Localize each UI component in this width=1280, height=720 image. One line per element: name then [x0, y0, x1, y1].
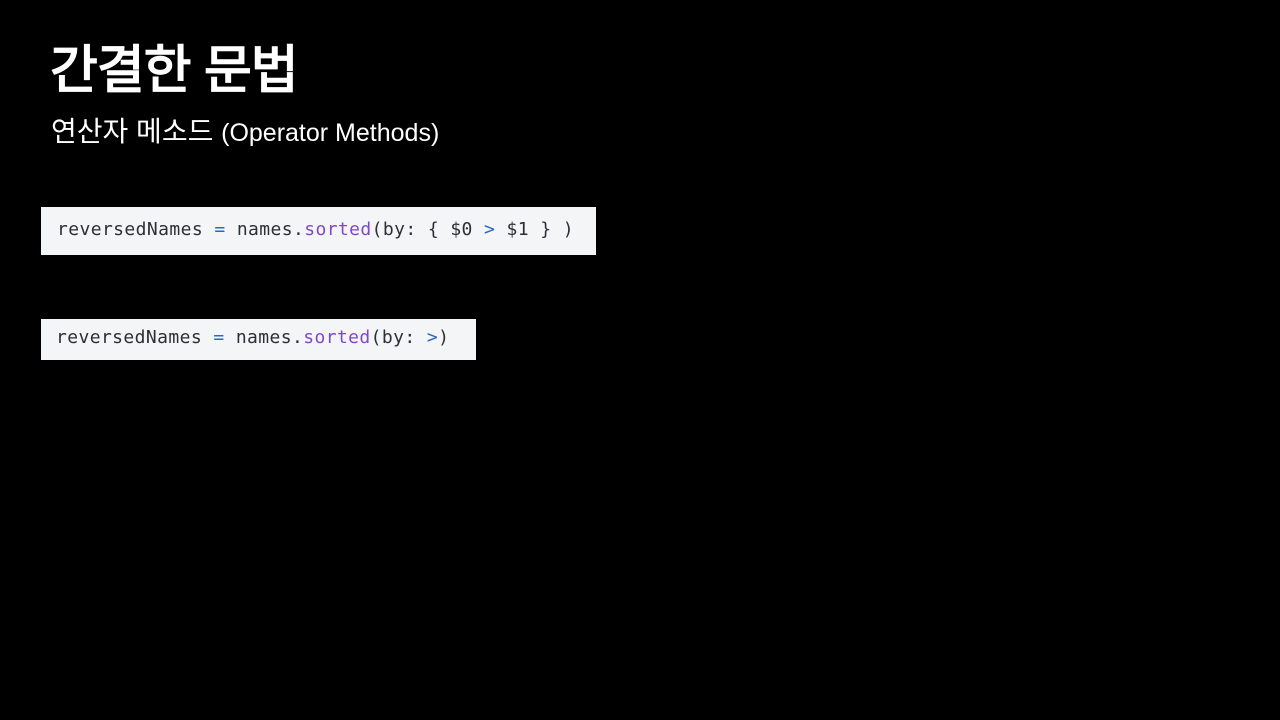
code-args-start: (by: { $0 — [371, 219, 485, 240]
code-function: sorted — [303, 327, 371, 348]
code-object: names. — [235, 327, 304, 348]
code-block-operator-method: reversedNames = names.sorted(by: >) — [41, 319, 476, 360]
code-comparison-operator: > — [426, 327, 439, 348]
code-variable: reversedNames — [57, 219, 204, 240]
slide-subtitle: 연산자 메소드 (Operator Methods) — [51, 110, 439, 155]
code-function: sorted — [304, 219, 372, 240]
code-block-closure: reversedNames = names.sorted(by: { $0 > … — [41, 207, 596, 255]
code-assign-operator: = — [202, 327, 236, 348]
subtitle-english: (Operator Methods) — [221, 119, 440, 147]
code-comparison-operator: > — [484, 219, 496, 240]
code-object: names. — [236, 219, 305, 240]
code-args-start: (by: — [370, 327, 427, 348]
code-variable: reversedNames — [56, 327, 203, 348]
code-args-end: ) — [438, 327, 450, 348]
code-assign-operator: = — [203, 219, 237, 240]
slide: 간결한 문법 연산자 메소드 (Operator Methods) revers… — [0, 0, 1280, 720]
slide-title: 간결한 문법 — [50, 42, 299, 100]
code-args-end: $1 } ) — [495, 219, 574, 240]
subtitle-korean: 연산자 메소드 — [51, 116, 222, 147]
